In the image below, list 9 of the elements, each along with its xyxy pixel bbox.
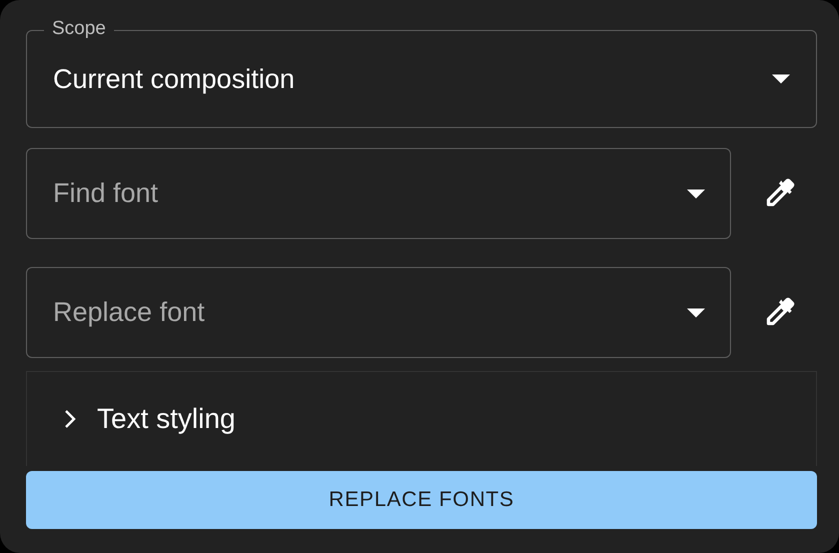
text-styling-expander[interactable]: Text styling	[26, 371, 817, 466]
field-label: Scope	[44, 18, 114, 40]
replace-fonts-button[interactable]: REPLACE FONTS	[26, 471, 817, 529]
dropdown-caret-icon[interactable]	[687, 189, 705, 198]
replace-font-field[interactable]: Replace font	[26, 267, 731, 358]
dropdown-caret-icon[interactable]	[772, 74, 790, 84]
chevron-icon	[63, 408, 77, 430]
find-font-field[interactable]: Find font	[26, 148, 731, 239]
dropdown-caret-icon[interactable]	[687, 308, 705, 317]
